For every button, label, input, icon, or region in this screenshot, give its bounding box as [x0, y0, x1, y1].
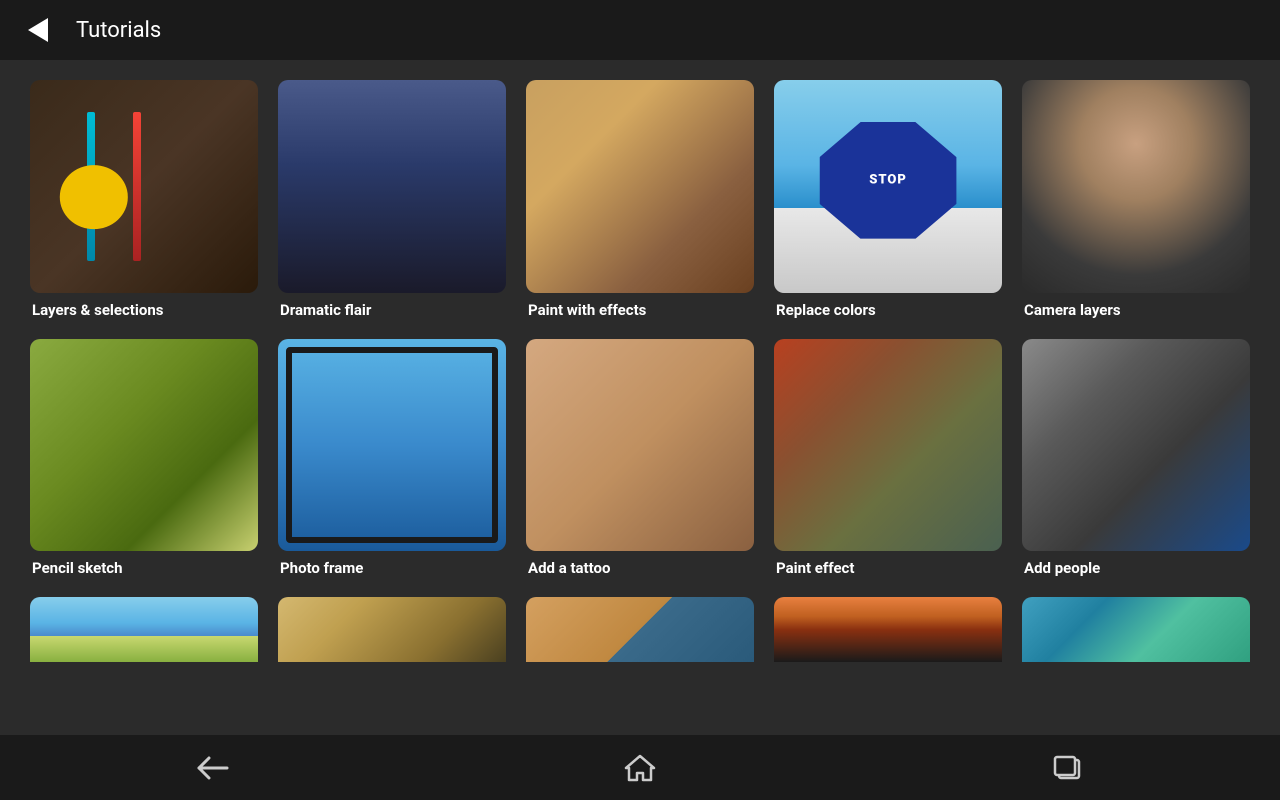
tutorial-thumb-row3-4	[774, 597, 1002, 662]
main-content: Layers & selections Dramatic flair Paint…	[0, 60, 1280, 735]
tutorial-label-paint-effect: Paint effect	[774, 559, 1002, 577]
tutorial-thumb-row3-5	[1022, 597, 1250, 662]
nav-home-button[interactable]	[615, 748, 665, 788]
tutorial-item-row3-1[interactable]	[30, 597, 258, 662]
tutorial-label-add-a-tattoo: Add a tattoo	[526, 559, 754, 577]
nav-home-icon	[624, 753, 656, 783]
tutorial-thumb-paint-effect	[774, 339, 1002, 552]
nav-recents-icon	[1051, 754, 1083, 782]
tutorial-item-layers-selections[interactable]: Layers & selections	[30, 80, 258, 319]
tutorial-label-layers-selections: Layers & selections	[30, 301, 258, 319]
nav-back-button[interactable]	[188, 748, 238, 788]
tutorial-label-replace-colors: Replace colors	[774, 301, 1002, 319]
tutorial-thumb-replace-colors: STOP	[774, 80, 1002, 293]
bottom-nav-bar	[0, 735, 1280, 800]
tutorial-label-photo-frame: Photo frame	[278, 559, 506, 577]
tutorial-thumb-add-people	[1022, 339, 1250, 552]
tutorial-thumb-row3-2	[278, 597, 506, 662]
page-title: Tutorials	[76, 18, 161, 43]
tutorial-thumb-camera-layers	[1022, 80, 1250, 293]
tutorial-item-row3-3[interactable]	[526, 597, 754, 662]
tutorial-item-add-a-tattoo[interactable]: Add a tattoo	[526, 339, 754, 578]
tutorial-item-row3-2[interactable]	[278, 597, 506, 662]
top-bar: Tutorials	[0, 0, 1280, 60]
tutorial-thumb-add-a-tattoo	[526, 339, 754, 552]
tutorial-item-pencil-sketch[interactable]: Pencil sketch	[30, 339, 258, 578]
tutorial-item-paint-with-effects[interactable]: Paint with effects	[526, 80, 754, 319]
tutorial-thumb-layers-selections	[30, 80, 258, 293]
tutorial-item-row3-5[interactable]	[1022, 597, 1250, 662]
stop-sign-icon: STOP	[820, 122, 957, 239]
tutorial-thumb-paint-with-effects	[526, 80, 754, 293]
tutorial-label-camera-layers: Camera layers	[1022, 301, 1250, 319]
tutorial-grid: Layers & selections Dramatic flair Paint…	[30, 80, 1250, 662]
tutorial-item-camera-layers[interactable]: Camera layers	[1022, 80, 1250, 319]
tutorial-thumb-photo-frame	[278, 339, 506, 552]
tutorial-item-photo-frame[interactable]: Photo frame	[278, 339, 506, 578]
tutorial-thumb-dramatic-flair	[278, 80, 506, 293]
tutorial-item-replace-colors[interactable]: STOP Replace colors	[774, 80, 1002, 319]
tutorial-thumb-pencil-sketch	[30, 339, 258, 552]
back-arrow-icon	[28, 18, 48, 42]
tutorial-thumb-row3-1	[30, 597, 258, 662]
layers-yellow-circle	[60, 165, 128, 229]
tutorial-item-add-people[interactable]: Add people	[1022, 339, 1250, 578]
tutorial-item-dramatic-flair[interactable]: Dramatic flair	[278, 80, 506, 319]
tutorial-thumb-row3-3	[526, 597, 754, 662]
nav-recents-button[interactable]	[1042, 748, 1092, 788]
tutorial-item-row3-4[interactable]	[774, 597, 1002, 662]
tutorial-item-paint-effect[interactable]: Paint effect	[774, 339, 1002, 578]
tutorial-label-dramatic-flair: Dramatic flair	[278, 301, 506, 319]
nav-back-icon	[195, 754, 231, 782]
tutorial-label-pencil-sketch: Pencil sketch	[30, 559, 258, 577]
tutorial-label-paint-with-effects: Paint with effects	[526, 301, 754, 319]
back-button[interactable]	[20, 12, 56, 48]
tutorial-label-add-people: Add people	[1022, 559, 1250, 577]
